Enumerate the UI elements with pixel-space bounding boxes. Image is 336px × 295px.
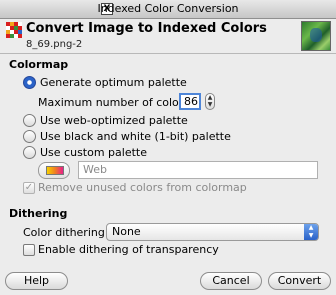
header-divider xyxy=(0,53,336,54)
image-name: 8_69.png-2 xyxy=(26,39,83,50)
remove-unused-checkbox[interactable]: ✓ xyxy=(23,182,35,194)
color-dithering-select[interactable]: None ▲ ▼ xyxy=(106,223,319,241)
select-arrows-icon: ▲ ▼ xyxy=(304,224,318,240)
radio-bw-palette[interactable] xyxy=(23,130,36,143)
bw-palette-label[interactable]: Use black and white (1-bit) palette xyxy=(40,130,231,143)
dithering-section-label: Dithering xyxy=(9,207,68,220)
radio-custom-palette[interactable] xyxy=(23,146,36,159)
help-button[interactable]: Help xyxy=(5,272,68,290)
max-colors-input[interactable]: 86 xyxy=(179,93,201,110)
radio-generate-optimum[interactable] xyxy=(23,76,36,89)
window-title: Indexed Color Conversion xyxy=(97,2,239,15)
custom-palette-field[interactable]: Web xyxy=(78,161,318,179)
indexed-palette-icon xyxy=(6,22,22,38)
dialog-title: Convert Image to Indexed Colors xyxy=(26,21,267,36)
radio-web-palette[interactable] xyxy=(23,114,36,127)
color-dithering-label: Color dithering: xyxy=(23,226,109,239)
dither-transparency-label[interactable]: Enable dithering of transparency xyxy=(38,243,219,256)
remove-unused-label: Remove unused colors from colormap xyxy=(38,181,247,194)
max-colors-stepper[interactable]: ▲ ▼ xyxy=(205,93,215,110)
cancel-button[interactable]: Cancel xyxy=(200,272,262,290)
generate-optimum-label[interactable]: Generate optimum palette xyxy=(40,76,187,89)
max-colors-label: Maximum number of colors: xyxy=(38,96,193,109)
palette-swatch-icon xyxy=(46,166,64,175)
colormap-section-label: Colormap xyxy=(9,58,69,71)
image-thumbnail xyxy=(301,21,331,51)
color-dithering-value: None xyxy=(112,225,141,238)
dither-transparency-checkbox[interactable] xyxy=(23,244,35,256)
web-palette-label[interactable]: Use web-optimized palette xyxy=(40,114,188,127)
convert-button[interactable]: Convert xyxy=(268,272,331,290)
palette-select-button[interactable] xyxy=(38,162,70,179)
custom-palette-label[interactable]: Use custom palette xyxy=(40,146,147,159)
